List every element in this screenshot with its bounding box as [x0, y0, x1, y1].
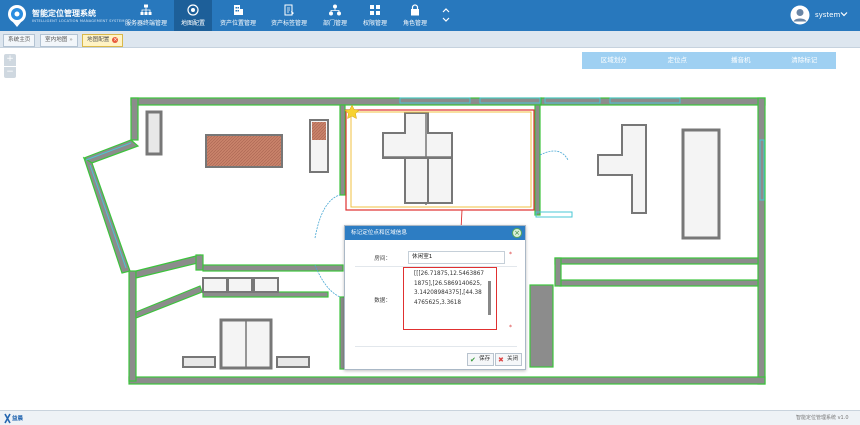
nav-asset-location[interactable]: 资产位置管理 [216, 0, 260, 31]
double-chevron-icon[interactable] [441, 6, 451, 24]
nav-asset-tag[interactable]: 资产标签管理 [266, 0, 312, 31]
tab-close-icon[interactable]: × [112, 36, 119, 43]
name-label: 房间： [374, 256, 391, 262]
nav-label: 资产位置管理 [219, 20, 256, 27]
location-pin-logo-icon [8, 5, 26, 27]
tool-location-point[interactable]: 定位点 [646, 52, 710, 69]
close-label: 关闭 [507, 356, 519, 362]
nav-label: 部门管理 [322, 20, 347, 27]
tab-indoor-map[interactable]: 室内地图» [40, 34, 78, 47]
app-title: 智能定位管理系统 [32, 9, 96, 18]
nav-server-terminal[interactable]: 服务器终端管理 [120, 0, 172, 31]
footer-version: 智能定位管理系统 v1.0 [796, 415, 849, 421]
top-header: 智能定位管理系统 INTELLIGENT LOCATION MANAGEMENT… [0, 0, 860, 31]
dialog-title: 标记定位点和区域信息 [345, 226, 525, 240]
room-name-input[interactable]: 休闲室1 [408, 251, 505, 264]
nav-label: 地图配置 [180, 20, 205, 27]
tool-broadcaster[interactable]: 播音机 [709, 52, 773, 69]
zoom-in-button[interactable]: + [4, 54, 16, 66]
nav-permission[interactable]: 权限管理 [358, 0, 392, 31]
tab-label: 系统主页 [8, 37, 31, 43]
textarea-scrollbar[interactable] [488, 281, 491, 315]
tab-label: 地图配置 [87, 37, 110, 43]
footer: 益晨 智能定位管理系统 v1.0 [0, 410, 860, 425]
nav-label: 角色管理 [402, 20, 427, 27]
tag-document-icon [284, 4, 294, 16]
required-mark: * [509, 251, 512, 258]
check-icon: ✔ [470, 356, 476, 364]
mark-info-dialog: 标记定位点和区域信息 × 房间： 休闲室1 * 数据： [[[26.71875,… [344, 225, 526, 370]
lock-icon [411, 4, 419, 16]
zoom-controls: + − [4, 54, 16, 78]
sitemap-icon [140, 4, 152, 15]
map-target-icon [187, 4, 199, 16]
nav-role[interactable]: 角色管理 [398, 0, 432, 31]
nav-label: 服务器终端管理 [124, 20, 167, 27]
data-label: 数据： [374, 298, 391, 304]
app-subtitle: INTELLIGENT LOCATION MANAGEMENT SYSTEM [32, 19, 125, 23]
nav-map-config[interactable]: 地图配置 [174, 0, 212, 31]
grid-icon [370, 5, 380, 15]
tool-clear-marks[interactable]: 清除标记 [773, 52, 837, 69]
user-avatar-icon[interactable] [790, 5, 810, 25]
zoom-out-button[interactable]: − [4, 67, 16, 79]
map-toolbar: 区域划分 定位点 播音机 清除标记 [582, 52, 836, 69]
save-label: 保存 [479, 356, 491, 362]
building-icon [234, 5, 243, 15]
divider [355, 346, 517, 347]
cross-icon: ✖ [498, 356, 504, 364]
nav-label: 权限管理 [362, 20, 387, 27]
nav-label: 资产标签管理 [270, 20, 307, 27]
brand-name: 益晨 [12, 416, 24, 422]
save-button[interactable]: ✔ 保存 [467, 353, 495, 366]
tool-region-divide[interactable]: 区域划分 [582, 52, 646, 69]
required-mark: * [509, 324, 512, 331]
tab-bar: 系统主页 室内地图» 地图配置 × [0, 31, 860, 48]
close-icon[interactable]: × [512, 228, 522, 238]
close-button[interactable]: ✖ 关闭 [495, 353, 523, 366]
tab-home[interactable]: 系统主页 [3, 34, 36, 47]
tab-map-config[interactable]: 地图配置 × [82, 34, 124, 47]
tab-label: 室内地图 [45, 37, 68, 43]
user-name[interactable]: system [815, 11, 840, 19]
star-marker-icon[interactable] [344, 104, 360, 120]
coordinates-textarea[interactable]: [[[26.71875,12.54638671875],[26.58691406… [403, 267, 497, 330]
tab-arrow-icon: » [69, 37, 73, 43]
chevron-down-icon[interactable] [840, 11, 848, 17]
org-chart-icon [329, 4, 341, 16]
nav-department[interactable]: 部门管理 [318, 0, 352, 31]
